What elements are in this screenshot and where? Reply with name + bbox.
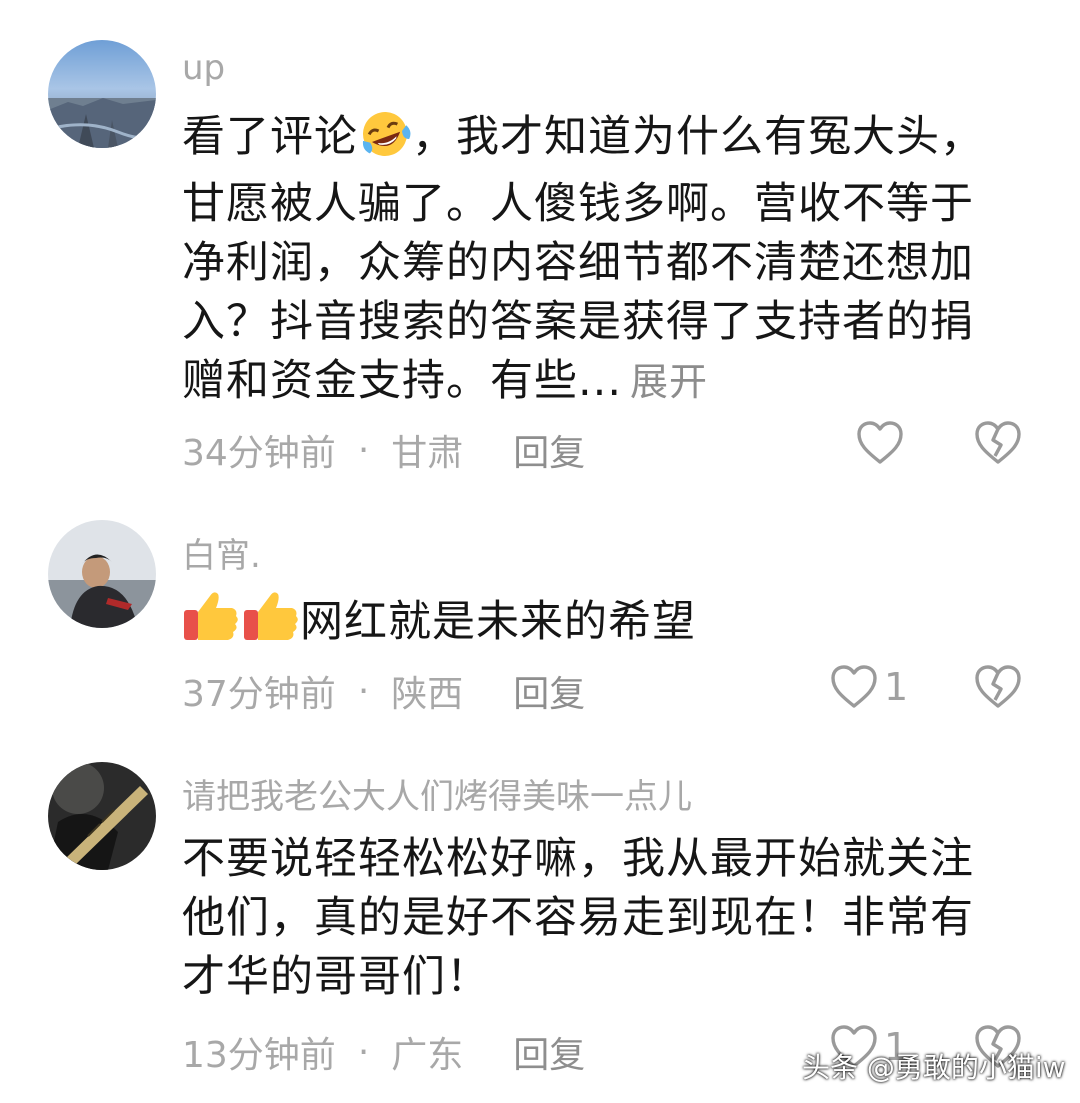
dislike-button[interactable]: [974, 420, 1022, 470]
heart-icon: [831, 665, 877, 708]
username[interactable]: 白宵.: [182, 528, 261, 577]
comment-text-part: 网红就是未来的希望: [300, 597, 696, 647]
comment-time: 37分钟前: [182, 674, 336, 715]
laughing-crying-emoji-icon: [358, 109, 412, 175]
comment-text-part: 看了评论: [182, 112, 358, 162]
broken-heart-icon: [975, 665, 1021, 708]
meta-separator: ·: [357, 1031, 370, 1073]
like-count: 1: [884, 665, 909, 709]
comment-meta: 37分钟前 · 陕西 回复: [182, 665, 585, 717]
comment-time: 13分钟前: [182, 1035, 336, 1076]
comment-text: 不要说轻轻松松好嘛，我从最开始就关注他们，真的是好不容易走到现在！非常有才华的哥…: [182, 834, 974, 1002]
thumbs-up-emoji-icon: [182, 588, 300, 660]
heart-icon: [857, 421, 903, 464]
comment-location: 陕西: [391, 674, 464, 715]
expand-link[interactable]: 展开: [630, 360, 708, 404]
like-button[interactable]: [856, 420, 904, 466]
username[interactable]: up: [182, 48, 225, 88]
comment-meta: 13分钟前 · 广东 回复: [182, 1026, 585, 1078]
comment-meta: 34分钟前 · 甘肃 回复: [182, 424, 585, 476]
dislike-button[interactable]: [974, 664, 1022, 714]
comment-item: up 看了评论 ，我才知道为什么有冤大头，甘愿被人骗了。人傻钱多啊。营收不等于净…: [0, 0, 1080, 500]
username[interactable]: 请把我老公大人们烤得美味一点儿: [182, 769, 692, 818]
reply-button[interactable]: 回复: [513, 1026, 585, 1078]
comment-time: 34分钟前: [182, 433, 336, 474]
comment-text: 网红就是未来的希望: [182, 588, 1002, 660]
broken-heart-icon: [975, 421, 1021, 464]
comment-location: 甘肃: [391, 433, 464, 474]
comment-text: 看了评论 ，我才知道为什么有冤大头，甘愿被人骗了。人傻钱多啊。营收不等于净利润，…: [182, 108, 1002, 412]
reply-button[interactable]: 回复: [513, 665, 585, 717]
avatar[interactable]: [48, 520, 156, 628]
meta-separator: ·: [357, 670, 370, 712]
avatar[interactable]: [48, 762, 156, 870]
comment-location: 广东: [391, 1035, 464, 1076]
avatar[interactable]: [48, 40, 156, 148]
watermark: 头条 @勇敢的小猫iw: [802, 1051, 1066, 1084]
reply-button[interactable]: 回复: [513, 424, 585, 476]
like-button[interactable]: 1: [830, 664, 908, 710]
meta-separator: ·: [357, 429, 370, 471]
